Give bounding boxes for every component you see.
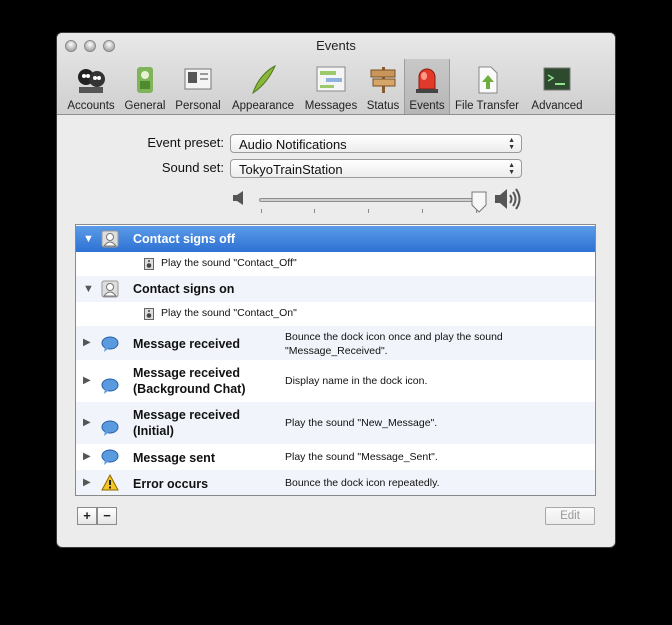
- event-name: Message sent: [133, 451, 215, 465]
- event-description: Bounce the dock icon repeatedly.: [285, 477, 440, 489]
- popup-arrows-icon: ▲ ▼: [508, 137, 515, 151]
- titlebar: Events Accounts General Personal Appeara…: [57, 33, 615, 115]
- disclosure-expanded-icon[interactable]: ▼: [83, 233, 94, 245]
- accounts-icon: [78, 69, 105, 93]
- disclosure-collapsed-icon[interactable]: ▶: [83, 417, 91, 428]
- event-row-contact-signs-on[interactable]: ▼ Contact signs on: [76, 276, 595, 302]
- message-bubble-icon: [101, 420, 119, 436]
- event-action-row[interactable]: Play the sound "Contact_Off": [76, 252, 595, 276]
- event-name: Contact signs off: [133, 232, 236, 246]
- disclosure-expanded-icon[interactable]: ▼: [83, 283, 94, 295]
- slider-tick: [422, 209, 423, 213]
- toolbar-item-advanced[interactable]: Advanced: [525, 59, 589, 114]
- advanced-icon: [543, 67, 571, 91]
- event-name: Contact signs on: [133, 282, 235, 296]
- event-action-row[interactable]: Play the sound "Contact_On": [76, 302, 595, 326]
- disclosure-collapsed-icon[interactable]: ▶: [83, 477, 91, 488]
- event-row-message-received-initial[interactable]: ▶ Message received (Initial) Play the so…: [76, 402, 595, 444]
- toolbar-label: Accounts: [67, 100, 115, 112]
- event-preset-value: Audio Notifications: [239, 137, 347, 152]
- volume-high-icon: [495, 188, 521, 210]
- message-bubble-icon: [101, 336, 119, 352]
- warning-icon: [101, 474, 119, 491]
- message-bubble-icon: [101, 449, 119, 465]
- window-title: Events: [316, 38, 356, 53]
- personal-icon: [184, 68, 212, 90]
- edit-button[interactable]: Edit: [545, 507, 595, 525]
- volume-slider-track[interactable]: [259, 198, 484, 202]
- slider-tick: [368, 209, 369, 213]
- event-name: Message received (Background Chat): [133, 366, 246, 396]
- events-table: ▼ Contact signs off Play the sound "Cont…: [75, 224, 596, 496]
- toolbar-label: Advanced: [531, 100, 583, 112]
- event-row-contact-signs-off[interactable]: ▼ Contact signs off: [76, 226, 595, 252]
- event-action-text: Play the sound "Contact_On": [161, 307, 297, 319]
- toolbar-label: General: [124, 100, 166, 112]
- toolbar-label: Events: [409, 100, 445, 112]
- speaker-icon: [144, 258, 154, 270]
- contact-icon: [101, 230, 119, 248]
- speaker-icon: [144, 308, 154, 320]
- popup-arrows-icon: ▲ ▼: [508, 162, 515, 176]
- event-description: Play the sound "Message_Sent".: [285, 451, 438, 463]
- event-description: Bounce the dock icon once and play the s…: [285, 331, 503, 357]
- toolbar-item-file-transfer[interactable]: File Transfer: [451, 59, 523, 114]
- event-row-message-received-background[interactable]: ▶ Message received (Background Chat) Dis…: [76, 360, 595, 402]
- event-action-text: Play the sound "Contact_Off": [161, 257, 297, 269]
- messages-icon: [316, 66, 346, 92]
- toolbar-label: Status: [366, 100, 400, 112]
- toolbar-label: Appearance: [231, 100, 295, 112]
- appearance-icon: [252, 64, 277, 95]
- file-transfer-icon: [478, 66, 498, 94]
- disclosure-collapsed-icon[interactable]: ▶: [83, 375, 91, 386]
- event-preset-select[interactable]: Audio Notifications ▲ ▼: [230, 134, 522, 153]
- toolbar-label: File Transfer: [455, 100, 519, 112]
- toolbar: Accounts General Personal Appearance Mes…: [57, 59, 615, 114]
- event-description: Play the sound "New_Message".: [285, 417, 438, 429]
- volume-slider-thumb[interactable]: [471, 191, 487, 213]
- sound-set-label: Sound set:: [161, 160, 224, 175]
- message-bubble-icon: [101, 378, 119, 394]
- event-name: Message received: [133, 337, 241, 351]
- event-name: Error occurs: [133, 477, 209, 491]
- sound-set-select[interactable]: TokyoTrainStation ▲ ▼: [230, 159, 522, 178]
- toolbar-item-general[interactable]: General: [121, 59, 169, 114]
- toolbar-item-status[interactable]: Status: [363, 59, 403, 114]
- toolbar-item-appearance[interactable]: Appearance: [227, 59, 299, 114]
- status-icon: [370, 67, 396, 93]
- event-description: Display name in the dock icon.: [285, 375, 428, 387]
- slider-tick: [314, 209, 315, 213]
- slider-tick: [261, 209, 262, 213]
- disclosure-collapsed-icon[interactable]: ▶: [83, 451, 91, 462]
- remove-event-button[interactable]: −: [97, 507, 117, 525]
- sound-set-value: TokyoTrainStation: [239, 162, 343, 177]
- toolbar-label: Messages: [304, 100, 358, 112]
- toolbar-item-personal[interactable]: Personal: [171, 59, 225, 114]
- toolbar-label: Personal: [175, 100, 221, 112]
- event-row-message-received[interactable]: ▶ Message received Bounce the dock icon …: [76, 326, 595, 360]
- event-name: Message received (Initial): [133, 408, 241, 438]
- events-icon: [416, 68, 438, 93]
- contact-icon: [101, 280, 119, 298]
- toolbar-item-events[interactable]: Events: [404, 59, 450, 114]
- toolbar-item-messages[interactable]: Messages: [301, 59, 361, 114]
- disclosure-collapsed-icon[interactable]: ▶: [83, 337, 91, 348]
- add-event-button[interactable]: +: [77, 507, 97, 525]
- event-row-error-occurs[interactable]: ▶ Error occurs Bounce the dock icon repe…: [76, 470, 595, 495]
- event-preset-label: Event preset:: [147, 135, 224, 150]
- toolbar-item-accounts[interactable]: Accounts: [63, 59, 119, 114]
- event-row-message-sent[interactable]: ▶ Message sent Play the sound "Message_S…: [76, 444, 595, 470]
- general-icon: [137, 67, 153, 93]
- volume-low-icon: [233, 191, 243, 205]
